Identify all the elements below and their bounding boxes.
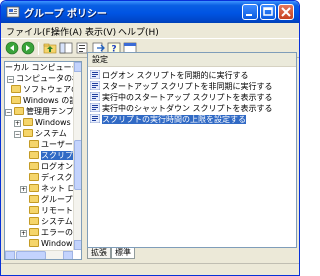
tree-item-label: ーカル コンピュータ ポリ — [5, 63, 81, 72]
maximize-button[interactable] — [260, 4, 276, 20]
folder-icon — [29, 162, 39, 170]
tree-item[interactable]: + エラーの — [20, 227, 73, 238]
tree-item[interactable]: ユーザー — [29, 139, 73, 150]
folder-icon — [11, 96, 21, 104]
close-button[interactable] — [278, 4, 294, 20]
tree-item-label: ディスク — [41, 173, 73, 182]
menu-help[interactable]: ヘルプ(H) — [118, 25, 159, 38]
tree-item[interactable]: −管理用テンプレー — [5, 106, 81, 117]
expand-icon[interactable]: + — [14, 120, 21, 127]
tree-item[interactable]: + Windows コ — [14, 117, 81, 128]
show-tree-icon[interactable] — [59, 41, 73, 55]
folder-icon — [29, 173, 39, 181]
tree-item-label: グループ — [41, 195, 73, 204]
group-policy-icon — [6, 6, 20, 18]
folder-open-icon — [29, 151, 39, 159]
tree-horizontal-scrollbar[interactable] — [5, 250, 73, 259]
tree-item-label: システム — [35, 129, 67, 138]
list-item[interactable]: 実行中のシャットダウン スクリプトを表示する — [90, 103, 294, 114]
list-item[interactable]: ログオン スクリプトを同期的に実行する — [90, 70, 294, 81]
tree-pane[interactable]: ーカル コンピュータ ポリ −コンピュータの構成 ソフトウェアの設定 Windo… — [4, 61, 82, 260]
group-policy-window: グループ ポリシー ファイル(F) 操作(A) 表示(V) ヘルプ(H) ? ー… — [0, 0, 300, 276]
policy-setting-icon — [90, 81, 100, 90]
policy-setting-icon — [90, 114, 100, 123]
settings-list-pane[interactable]: 設定 ログオン スクリプトを同期的に実行する スタートアップ スクリプトを非同期… — [87, 52, 297, 248]
menu-view[interactable]: 表示(V) — [85, 25, 116, 38]
folder-icon — [11, 85, 21, 93]
status-bar — [1, 263, 299, 275]
folder-icon — [29, 140, 39, 148]
menu-file[interactable]: ファイル(F) — [6, 25, 54, 38]
list-item-label: ログオン スクリプトを同期的に実行する — [102, 71, 249, 80]
tree-vertical-scrollbar[interactable] — [73, 62, 81, 250]
collapse-icon[interactable]: − — [7, 76, 14, 83]
list-item-label: 実行中のシャットダウン スクリプトを表示する — [102, 104, 273, 113]
menu-action[interactable]: 操作(A) — [51, 25, 82, 38]
tree-item-label: ネット ロ — [41, 184, 76, 193]
scroll-thumb[interactable] — [16, 251, 46, 259]
folder-icon — [23, 129, 33, 137]
tab-standard[interactable]: 標準 — [111, 248, 135, 259]
folder-icon — [29, 217, 39, 225]
folder-icon — [14, 107, 24, 115]
list-item-label: スタートアップ スクリプトを非同期に実行する — [102, 82, 273, 91]
list-item[interactable]: スタートアップ スクリプトを非同期に実行する — [90, 81, 294, 92]
collapse-icon[interactable]: − — [5, 109, 12, 116]
tree-item-label: リモート — [41, 206, 73, 215]
tree-item-label: エラーの — [41, 228, 73, 237]
folder-icon — [29, 239, 39, 247]
folder-icon — [29, 228, 39, 236]
tab-extended[interactable]: 拡張 — [87, 248, 111, 259]
title-bar: グループ ポリシー — [1, 1, 299, 23]
folder-icon — [23, 118, 33, 126]
tree-item[interactable]: ログオン — [29, 161, 73, 172]
tree-item[interactable]: − システム — [14, 128, 67, 139]
policy-setting-icon — [90, 92, 100, 101]
expand-icon[interactable]: + — [20, 230, 27, 237]
tree-item[interactable]: Windows — [29, 238, 77, 249]
tree-item[interactable]: ディスク — [29, 172, 72, 183]
close-icon — [281, 7, 291, 17]
list-item-label: 実行中のスタートアップ スクリプトを表示する — [102, 93, 273, 102]
forward-arrow-icon[interactable] — [21, 41, 35, 55]
tree-item[interactable]: + ネット ロ — [20, 183, 76, 194]
tree-item[interactable]: Windows の設定 — [11, 95, 81, 106]
tree-item-label: ユーザー — [41, 140, 73, 149]
tree-item[interactable]: − コンピュータの構成 — [7, 73, 81, 84]
folder-icon — [29, 184, 39, 192]
minimize-icon — [246, 14, 252, 16]
expand-icon[interactable]: + — [20, 186, 27, 193]
tree-item[interactable]: システム — [29, 216, 73, 227]
collapse-icon[interactable]: − — [14, 131, 21, 138]
scroll-up-button[interactable] — [74, 62, 81, 72]
tree-item[interactable]: グループ — [29, 194, 73, 205]
list-item-selected[interactable]: スクリプトの実行時間の上限を設定する — [90, 114, 294, 125]
list-item-label: スクリプトの実行時間の上限を設定する — [102, 115, 246, 124]
tree-item[interactable]: リモート — [29, 205, 73, 216]
back-arrow-icon[interactable] — [5, 41, 19, 55]
list-item[interactable]: 実行中のスタートアップ スクリプトを表示する — [90, 92, 294, 103]
menu-bar: ファイル(F) 操作(A) 表示(V) ヘルプ(H) — [1, 23, 299, 39]
up-folder-icon[interactable] — [43, 41, 57, 55]
tree-item-label: システム — [41, 217, 73, 226]
policy-setting-icon — [90, 70, 100, 79]
folder-icon — [29, 206, 39, 214]
minimize-button[interactable] — [242, 4, 258, 20]
window-title: グループ ポリシー — [24, 9, 107, 20]
tree-item-label: Windows — [41, 239, 77, 248]
column-header-setting[interactable]: 設定 — [88, 53, 296, 67]
folder-icon — [29, 195, 39, 203]
tree-item-label: ログオン — [41, 162, 73, 171]
maximize-icon — [263, 7, 273, 16]
scroll-down-button[interactable] — [74, 240, 81, 250]
view-tabs: 拡張 標準 — [87, 248, 167, 260]
tree-item[interactable]: ソフトウェアの設定 — [11, 84, 81, 95]
policy-setting-icon — [90, 103, 100, 112]
tree-item[interactable]: ーカル コンピュータ ポリ — [5, 62, 81, 73]
scroll-thumb[interactable] — [74, 140, 81, 190]
scroll-right-button[interactable] — [63, 251, 73, 259]
scroll-left-button[interactable] — [5, 251, 15, 259]
